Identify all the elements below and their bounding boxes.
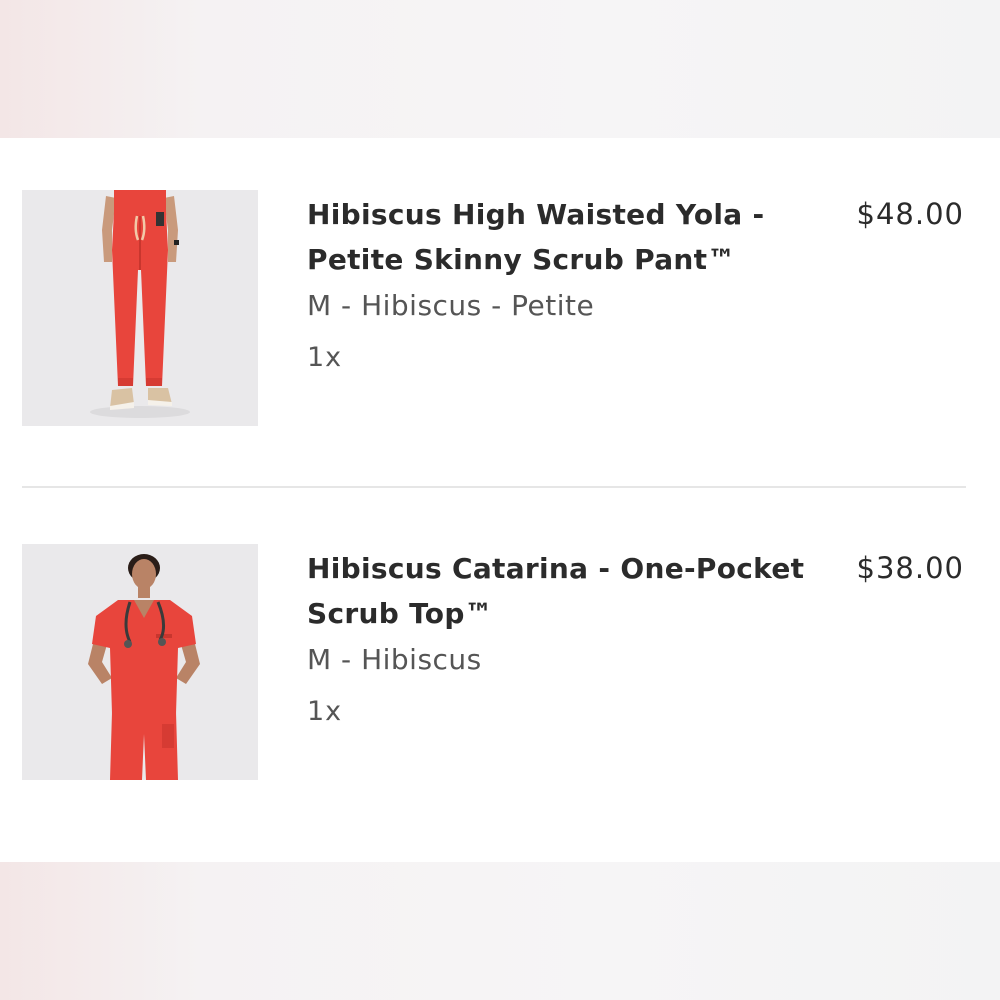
cart-items-panel: Hibiscus High Waisted Yola - Petite Skin…	[0, 138, 1000, 862]
product-quantity: 1x	[307, 696, 343, 727]
top-background-band	[0, 0, 1000, 138]
cart-item: Hibiscus High Waisted Yola - Petite Skin…	[22, 190, 966, 430]
product-price: $48.00	[856, 197, 964, 231]
product-quantity: 1x	[307, 342, 343, 373]
product-name[interactable]: Hibiscus High Waisted Yola - Petite Skin…	[307, 192, 827, 282]
product-name[interactable]: Hibiscus Catarina - One-Pocket Scrub Top…	[307, 546, 827, 636]
product-price: $38.00	[856, 551, 964, 585]
product-variant: M - Hibiscus - Petite	[307, 289, 595, 322]
scrub-top-photo-icon[interactable]	[22, 544, 258, 780]
item-divider	[22, 486, 966, 488]
product-variant: M - Hibiscus	[307, 643, 482, 676]
bottom-background-band	[0, 862, 1000, 1000]
cart-item: Hibiscus Catarina - One-Pocket Scrub Top…	[22, 544, 966, 784]
scrub-pants-photo-icon[interactable]	[22, 190, 258, 426]
